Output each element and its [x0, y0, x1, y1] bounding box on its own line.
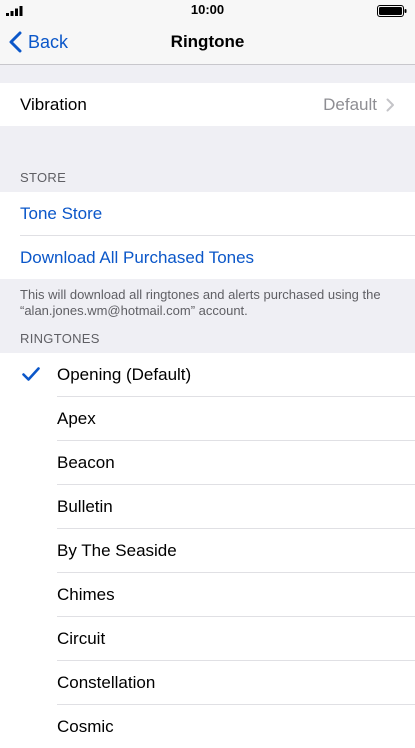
ringtone-name: Cosmic	[57, 716, 114, 736]
ringtone-name: Apex	[57, 408, 96, 428]
ringtone-name: Beacon	[57, 452, 115, 472]
list-item[interactable]: By The Seaside	[0, 529, 415, 572]
download-all-tones-link[interactable]: Download All Purchased Tones	[0, 236, 415, 279]
navigation-bar: Back Ringtone	[0, 20, 415, 65]
ringtone-name: Bulletin	[57, 496, 113, 516]
page-title: Ringtone	[170, 32, 245, 51]
tone-store-link[interactable]: Tone Store	[0, 192, 415, 235]
vibration-value: Default	[323, 94, 377, 114]
status-bar: 10:00	[0, 0, 415, 20]
store-footer-note: This will download all ringtones and ale…	[20, 287, 381, 318]
chevron-right-icon	[386, 98, 394, 112]
list-item[interactable]: Constellation	[0, 661, 415, 704]
ringtone-list: Opening (Default) Apex Beacon Bulletin B…	[0, 353, 415, 748]
status-time: 10:00	[190, 2, 225, 17]
list-item[interactable]: Cosmic	[0, 705, 415, 748]
tone-store-label: Tone Store	[20, 203, 103, 223]
vibration-row[interactable]: Vibration Default	[0, 83, 415, 126]
ringtone-name: Circuit	[57, 628, 106, 648]
list-item[interactable]: Bulletin	[0, 485, 415, 528]
list-item[interactable]: Chimes	[0, 573, 415, 616]
ringtones-section-header: RINGTONES	[20, 331, 100, 346]
ringtone-name: Constellation	[57, 672, 156, 692]
ringtone-name: By The Seaside	[57, 540, 177, 560]
ringtone-name: Chimes	[57, 584, 115, 604]
store-section-header: STORE	[20, 170, 67, 185]
list-item[interactable]: Apex	[0, 397, 415, 440]
list-item[interactable]: Opening (Default)	[0, 353, 415, 396]
battery-icon	[377, 5, 407, 17]
checkmark-icon	[22, 367, 40, 381]
list-item[interactable]: Circuit	[0, 617, 415, 660]
list-item[interactable]: Beacon	[0, 441, 415, 484]
download-all-label: Download All Purchased Tones	[20, 247, 255, 267]
vibration-label: Vibration	[20, 94, 87, 114]
